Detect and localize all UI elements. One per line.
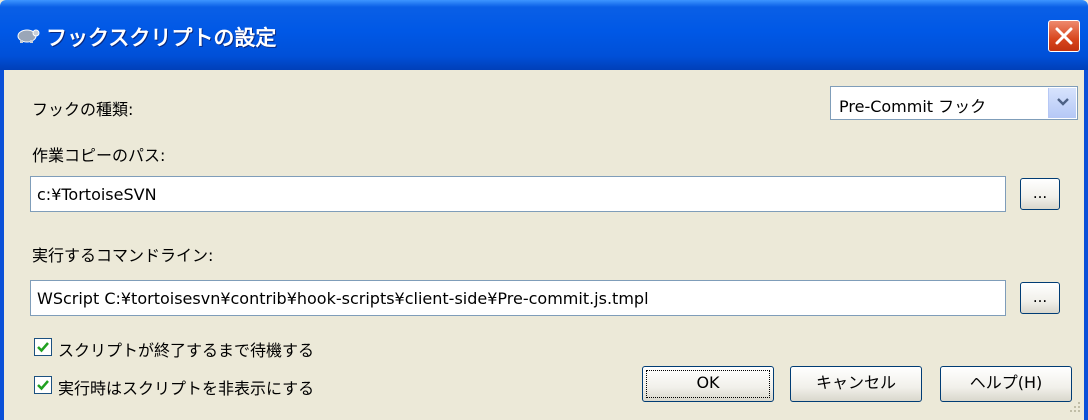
cancel-button[interactable]: キャンセル bbox=[790, 366, 922, 402]
close-icon bbox=[1055, 27, 1073, 45]
tortoisesvn-icon bbox=[17, 29, 40, 43]
chevron-down-icon bbox=[1057, 98, 1069, 106]
resize-grip-icon[interactable] bbox=[1066, 398, 1082, 414]
ok-button[interactable]: OK bbox=[642, 366, 774, 402]
title-bar[interactable]: フックスクリプトの設定 bbox=[0, 0, 1088, 70]
checkmark-icon bbox=[37, 380, 49, 391]
wait-for-script-checkbox[interactable] bbox=[34, 338, 52, 356]
hook-type-label: フックの種類: bbox=[32, 100, 134, 119]
window-frame-right bbox=[1084, 70, 1088, 420]
hide-script-checkbox[interactable] bbox=[34, 376, 52, 394]
window-frame-left bbox=[0, 70, 4, 420]
hook-type-selected-value: Pre-Commit フック bbox=[839, 97, 987, 116]
browse-command-button[interactable]: ... bbox=[1020, 282, 1060, 314]
working-copy-path-label: 作業コピーのパス: bbox=[32, 146, 166, 165]
hide-script-label[interactable]: 実行時はスクリプトを非表示にする bbox=[58, 375, 314, 399]
dropdown-button[interactable] bbox=[1048, 88, 1076, 118]
browse-working-copy-button[interactable]: ... bbox=[1020, 178, 1060, 210]
working-copy-path-field[interactable] bbox=[31, 177, 1005, 211]
wait-for-script-label[interactable]: スクリプトが終了するまで待機する bbox=[58, 337, 314, 361]
hook-script-settings-dialog: フックスクリプトの設定 フックの種類: Pre-Commit フック 作業コピー… bbox=[0, 0, 1088, 420]
window-title: フックスクリプトの設定 bbox=[46, 26, 277, 50]
command-line-field-frame bbox=[30, 280, 1006, 316]
command-line-field[interactable] bbox=[31, 281, 1005, 315]
working-copy-path-field-frame bbox=[30, 176, 1006, 212]
checkmark-icon bbox=[37, 342, 49, 353]
close-button[interactable] bbox=[1048, 20, 1080, 52]
command-line-label: 実行するコマンドライン: bbox=[32, 246, 214, 265]
help-button[interactable]: ヘルプ(H) bbox=[940, 366, 1072, 402]
hook-type-select[interactable]: Pre-Commit フック bbox=[830, 86, 1078, 120]
